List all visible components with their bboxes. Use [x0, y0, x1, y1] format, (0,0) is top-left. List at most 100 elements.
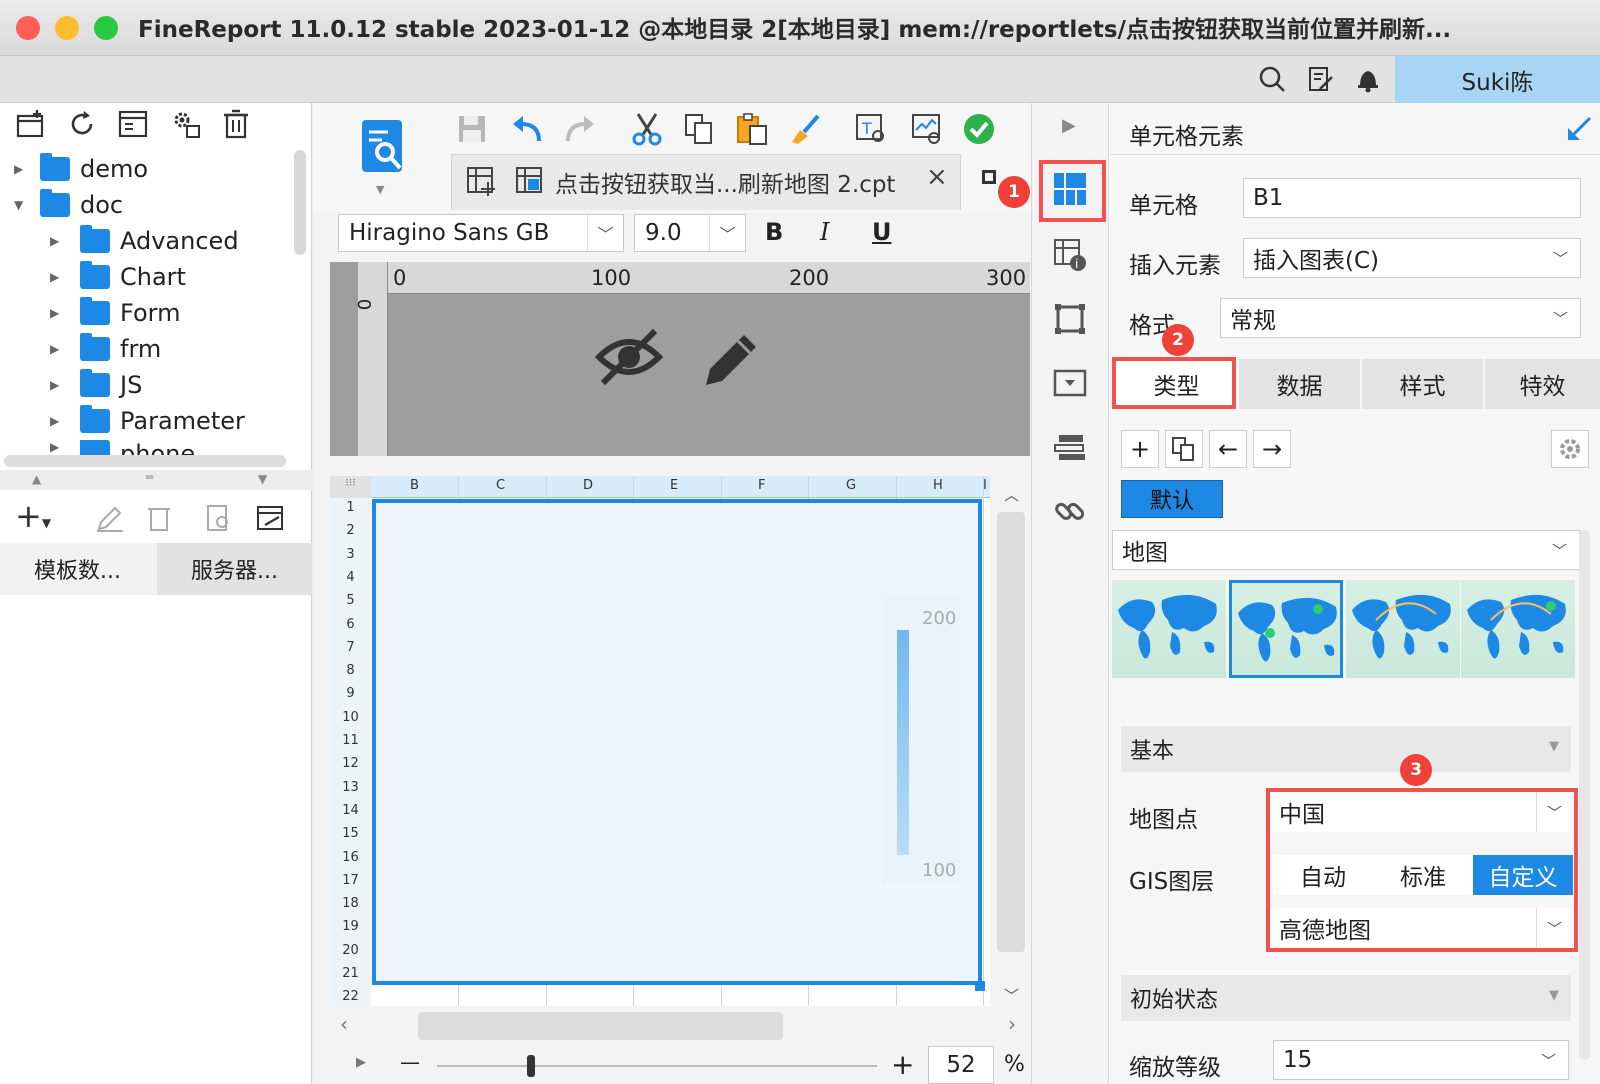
add-dataset-icon[interactable]: +▼	[15, 497, 51, 535]
sheet-nav-icon[interactable]: ▶	[356, 1055, 366, 1070]
minimize-window-button[interactable]	[55, 16, 79, 40]
default-chart-tab[interactable]: 默认	[1121, 480, 1223, 518]
edit-doc-icon[interactable]	[1305, 64, 1335, 94]
column-header-cell[interactable]: E	[670, 478, 678, 493]
column-header-cell[interactable]: H	[933, 478, 943, 493]
tree-item[interactable]: ▶ Advanced	[50, 224, 239, 258]
chart-settings-gear-icon[interactable]	[1551, 430, 1589, 468]
cell-input[interactable]: B1	[1243, 178, 1581, 218]
row-header-cell[interactable]: 9	[330, 686, 371, 701]
tree-item[interactable]: ▶ frm	[50, 332, 161, 366]
edit-pencil-icon[interactable]	[95, 503, 125, 537]
scroll-down-icon[interactable]: ﹀	[1004, 985, 1019, 1006]
row-header-cell[interactable]: 7	[330, 640, 371, 655]
undo-icon[interactable]	[508, 110, 546, 148]
chevron-right-icon[interactable]: ▶	[50, 414, 80, 428]
arrow-left-icon[interactable]: ←	[1209, 430, 1247, 468]
underline-button[interactable]: U	[872, 218, 892, 246]
tab-effect[interactable]: 特效	[1485, 359, 1600, 409]
search-icon[interactable]	[1257, 64, 1287, 94]
cut-scissors-icon[interactable]	[628, 110, 666, 148]
zoom-window-button[interactable]	[94, 16, 118, 40]
horizontal-scroll-thumb[interactable]	[418, 1012, 783, 1040]
chevron-right-icon[interactable]: ▶	[14, 162, 40, 176]
zoom-value-field[interactable]: 52	[928, 1046, 994, 1084]
user-account-button[interactable]: Suki陈	[1395, 56, 1600, 103]
column-header-cell[interactable]: D	[583, 478, 593, 493]
chevron-right-icon[interactable]: ▶	[50, 342, 80, 356]
panel-scrollbar[interactable]	[1579, 530, 1590, 1060]
collapse-panel-icon[interactable]: ▶	[1062, 115, 1076, 136]
tab-data[interactable]: 数据	[1239, 359, 1360, 409]
map-type-thumbnail[interactable]	[1461, 580, 1575, 678]
row-header-cell[interactable]: 6	[330, 617, 371, 632]
select-all-corner[interactable]: ⁝⁝⁝	[330, 476, 371, 498]
zoom-slider-thumb[interactable]	[527, 1055, 535, 1077]
new-folder-icon[interactable]	[15, 108, 47, 140]
tree-item[interactable]: ▼ doc	[14, 188, 123, 222]
zoom-out-button[interactable]: —	[400, 1050, 420, 1074]
edit-pencil-icon[interactable]	[698, 325, 762, 393]
dataset-settings-icon[interactable]	[255, 503, 285, 537]
vertical-scroll-thumb[interactable]	[997, 512, 1025, 952]
row-header-cell[interactable]: 4	[330, 570, 371, 585]
paste-icon[interactable]	[733, 110, 771, 148]
font-family-select[interactable]: Hiragino Sans GB ﹀	[338, 214, 624, 252]
tab-style[interactable]: 样式	[1362, 359, 1483, 409]
row-header-cell[interactable]: 19	[330, 919, 371, 934]
tab-server-datasets[interactable]: 服务器...	[157, 543, 312, 595]
text-search-icon[interactable]: T	[852, 110, 890, 148]
tree-item[interactable]: ▶ Form	[50, 296, 180, 330]
widget-settings-icon[interactable]	[1049, 362, 1091, 404]
copy-chart-icon[interactable]	[1165, 430, 1203, 468]
pin-arrow-icon[interactable]	[1566, 116, 1592, 146]
tree-item[interactable]: ▶ Parameter	[50, 404, 245, 438]
tree-scrollbar[interactable]	[294, 150, 306, 255]
grid-add-icon[interactable]	[466, 166, 496, 200]
arrow-right-icon[interactable]: →	[1253, 430, 1291, 468]
row-header-cell[interactable]: 10	[330, 710, 371, 725]
row-header-cell[interactable]: 17	[330, 873, 371, 888]
font-size-select[interactable]: 9.0 ﹀	[634, 214, 746, 252]
tab-template-datasets[interactable]: 模板数...	[0, 543, 155, 595]
template-properties-icon[interactable]	[117, 108, 149, 140]
row-header-cell[interactable]: 8	[330, 663, 371, 678]
condition-attribute-icon[interactable]	[1049, 426, 1091, 468]
row-header-cell[interactable]: 11	[330, 733, 371, 748]
zoom-slider-track[interactable]	[437, 1065, 877, 1067]
template-design-dropdown[interactable]: ▼	[376, 183, 384, 196]
map-type-thumbnail[interactable]	[1346, 580, 1460, 678]
row-header-cell[interactable]: 14	[330, 803, 371, 818]
section-initial-state[interactable]: 初始状态 ▼	[1121, 975, 1571, 1021]
preview-chart-icon[interactable]	[908, 110, 946, 148]
copy-icon[interactable]	[680, 110, 718, 148]
save-icon[interactable]	[453, 110, 491, 148]
redo-icon[interactable]	[561, 110, 599, 148]
scroll-right-icon[interactable]: ›	[1008, 1012, 1016, 1036]
panel-splitter[interactable]: ▲ ═ ▼	[0, 470, 312, 490]
restore-panel-icon[interactable]	[982, 170, 996, 184]
chevron-right-icon[interactable]: ▶	[50, 440, 80, 454]
map-type-thumbnail[interactable]	[1229, 580, 1343, 678]
hide-eye-icon[interactable]	[594, 325, 664, 393]
row-header-cell[interactable]: 21	[330, 966, 371, 981]
row-header-cell[interactable]: 12	[330, 756, 371, 771]
cell-attribute-icon[interactable]: i	[1049, 234, 1091, 276]
chevron-right-icon[interactable]: ▶	[50, 270, 80, 284]
format-painter-icon[interactable]	[786, 110, 824, 148]
row-header-cell[interactable]: 3	[330, 547, 371, 562]
row-header-cell[interactable]: 13	[330, 780, 371, 795]
row-header-cell[interactable]: 16	[330, 850, 371, 865]
delete-trash-icon[interactable]	[220, 108, 252, 140]
chevron-right-icon[interactable]: ▶	[50, 306, 80, 320]
row-header-cell[interactable]: 2	[330, 523, 371, 538]
format-select[interactable]: 常规 ﹀	[1220, 298, 1581, 338]
zoom-in-button[interactable]: +	[891, 1048, 914, 1081]
column-header[interactable]	[371, 476, 990, 498]
column-header-cell[interactable]: F	[758, 478, 765, 493]
row-header-cell[interactable]: 1	[330, 500, 371, 515]
section-basic[interactable]: 基本 ▼	[1121, 726, 1571, 772]
row-header-cell[interactable]: 18	[330, 896, 371, 911]
refresh-icon[interactable]	[66, 108, 98, 140]
check-ok-icon[interactable]	[960, 110, 998, 148]
